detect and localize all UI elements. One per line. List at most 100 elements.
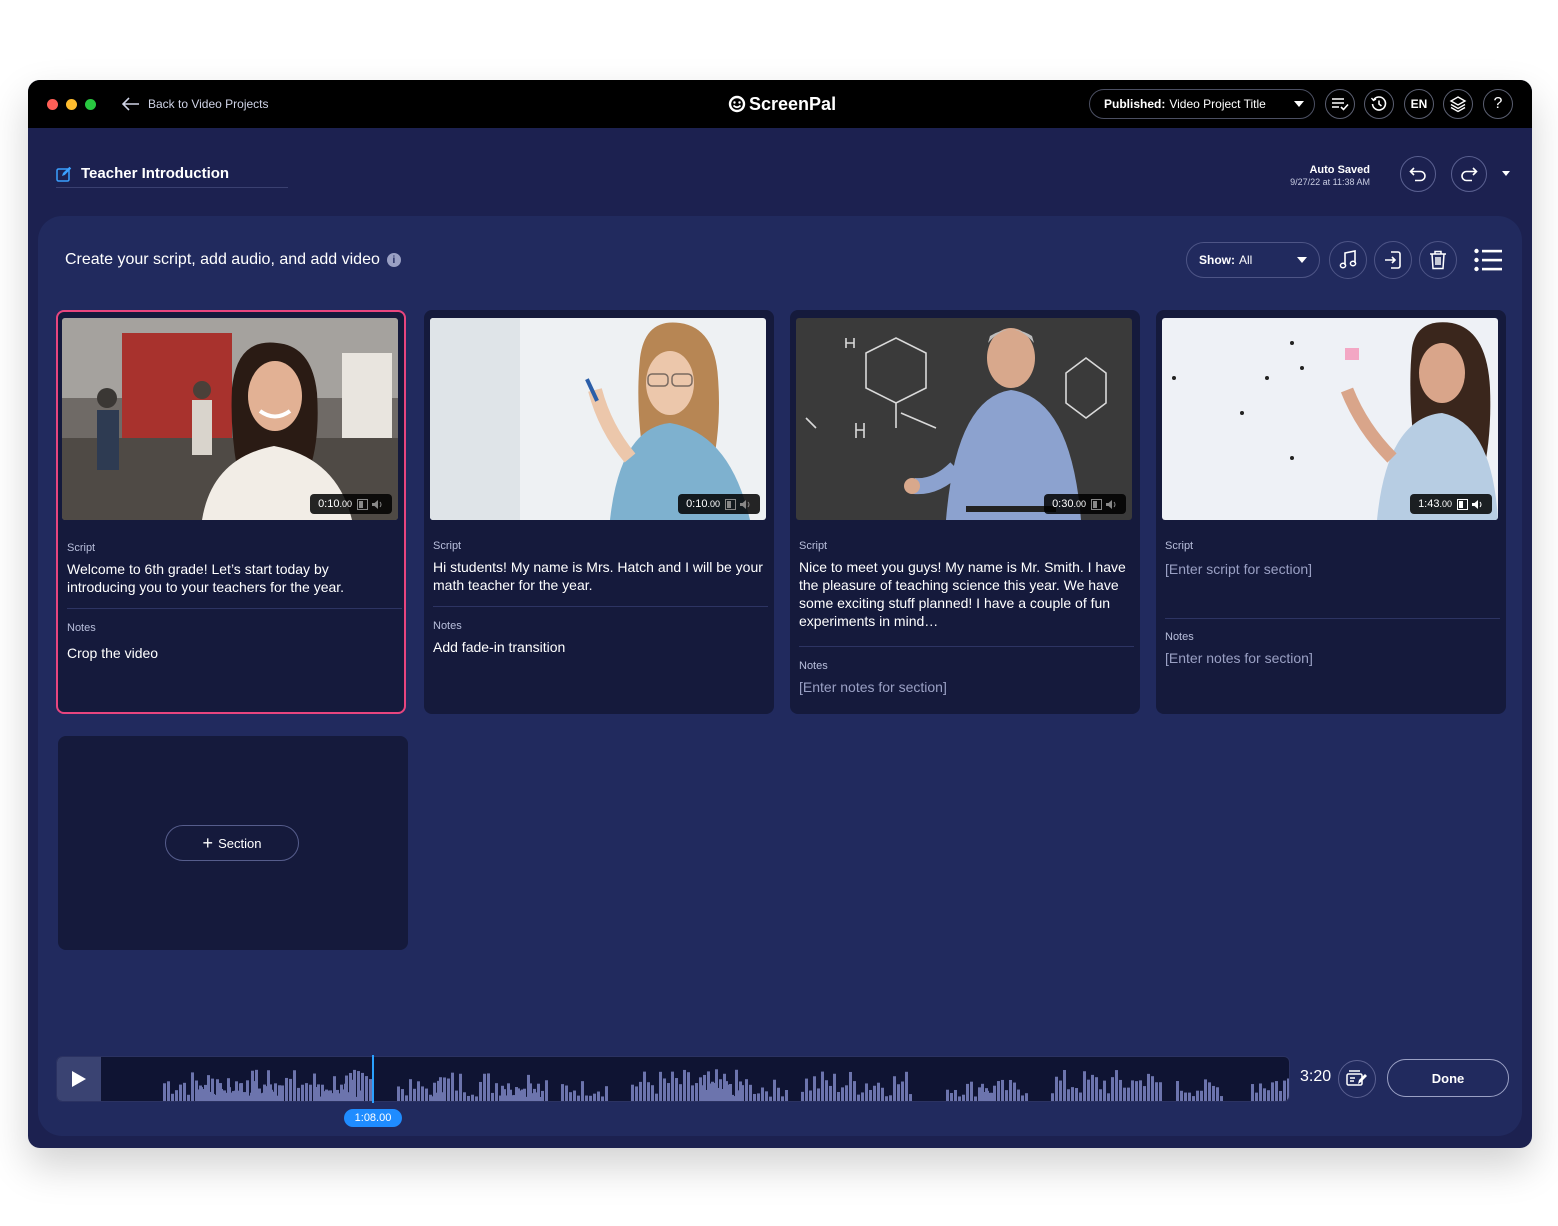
script-text-3[interactable]: Nice to meet you guys! My name is Mr. Sm… (799, 558, 1129, 630)
waveform-bar (889, 1095, 892, 1101)
done-button[interactable]: Done (1387, 1059, 1509, 1097)
waveform-bar (265, 1090, 268, 1101)
history-button[interactable] (1364, 89, 1394, 119)
waveform-bar (281, 1085, 284, 1101)
waveform-bar (234, 1090, 237, 1101)
publish-status-dropdown[interactable]: Published: Video Project Title (1089, 89, 1315, 119)
volume-icon[interactable] (739, 499, 752, 510)
waveform-bar (324, 1091, 327, 1101)
window-minimize-button[interactable] (66, 99, 77, 110)
notes-text-3[interactable]: [Enter notes for section] (799, 678, 1129, 696)
playhead[interactable] (372, 1055, 374, 1103)
captions-toggle-icon[interactable] (1457, 498, 1468, 510)
waveform-bar (1180, 1090, 1183, 1101)
waveform-bar (577, 1095, 580, 1101)
waveform-bar (1067, 1089, 1070, 1101)
waveform-bar (561, 1084, 564, 1101)
history-icon (1370, 96, 1387, 111)
checklist-icon (1332, 98, 1349, 111)
back-to-projects-link[interactable]: Back to Video Projects (122, 94, 269, 114)
history-dropdown-caret-icon[interactable] (1502, 171, 1510, 176)
autosave-time: 9/27/22 at 11:38 AM (1290, 177, 1370, 187)
window-close-button[interactable] (47, 99, 58, 110)
add-audio-button[interactable] (1329, 241, 1367, 279)
waveform-bar (671, 1071, 674, 1101)
waveform-bar (705, 1089, 708, 1101)
waveform-bar (893, 1076, 896, 1101)
notes-text-4[interactable]: [Enter notes for section] (1165, 649, 1495, 667)
redo-icon (1461, 167, 1478, 182)
layers-button[interactable] (1443, 89, 1473, 119)
info-icon[interactable]: i (386, 253, 401, 267)
language-button[interactable]: EN (1404, 89, 1434, 119)
waveform-bar (1013, 1082, 1016, 1101)
project-title-field[interactable]: Teacher Introduction (56, 160, 288, 188)
waveform-bar (495, 1083, 498, 1101)
section-card-4[interactable]: 1:43.00 Script [Enter script for section… (1156, 310, 1506, 714)
arrow-left-icon (122, 97, 139, 111)
timeline-track[interactable] (56, 1056, 1290, 1102)
waveform-bar (1200, 1090, 1203, 1101)
waveform-bar (261, 1093, 264, 1101)
waveform-bar (845, 1085, 848, 1101)
waveform-bar (1155, 1095, 1158, 1101)
undo-button[interactable] (1400, 156, 1436, 192)
section-card-1[interactable]: 0:10.00 Script Welcome to 6th grade! Let… (56, 310, 406, 714)
script-text-1[interactable]: Welcome to 6th grade! Let’s start today … (67, 560, 397, 596)
redo-button[interactable] (1451, 156, 1487, 192)
checklist-button[interactable] (1325, 89, 1355, 119)
volume-icon[interactable] (1105, 499, 1118, 510)
captions-button[interactable] (1338, 1060, 1376, 1098)
volume-icon[interactable] (1471, 499, 1484, 510)
waveform-bar (741, 1085, 744, 1101)
play-icon (72, 1071, 86, 1087)
waveform-bar (817, 1088, 820, 1101)
script-text-2[interactable]: Hi students! My name is Mrs. Hatch and I… (433, 558, 763, 594)
waveform-bar (1259, 1083, 1262, 1101)
waveform-bar (421, 1086, 424, 1101)
waveform-bar (1251, 1084, 1254, 1101)
notes-text-1[interactable]: Crop the video (67, 644, 397, 662)
help-button[interactable]: ? (1483, 89, 1513, 119)
waveform-bar (777, 1087, 780, 1101)
notes-text-2[interactable]: Add fade-in transition (433, 638, 763, 656)
notes-label: Notes (433, 620, 462, 632)
window-zoom-button[interactable] (85, 99, 96, 110)
waveform-bar (593, 1093, 596, 1101)
waveform-bar (1099, 1089, 1102, 1101)
waveform-bar (639, 1081, 642, 1101)
notes-label: Notes (799, 660, 828, 672)
captions-toggle-icon[interactable] (357, 498, 368, 510)
waveform-bar (409, 1079, 412, 1101)
show-filter-dropdown[interactable]: Show: All (1186, 242, 1320, 278)
section-card-3[interactable]: 0:30.00 Script Nice to meet you guys! My… (790, 310, 1140, 714)
section-card-2[interactable]: 0:10.00 Script Hi students! My name is M… (424, 310, 774, 714)
waveform-bar (1216, 1087, 1219, 1101)
duration-badge: 0:10.00 (678, 494, 760, 514)
video-thumbnail-3[interactable]: 0:30.00 (796, 318, 1132, 520)
waveform-bar (179, 1084, 182, 1101)
audio-waveform[interactable] (101, 1057, 1290, 1101)
waveform-bar (687, 1072, 690, 1101)
delete-button[interactable] (1419, 241, 1457, 279)
captions-toggle-icon[interactable] (725, 498, 736, 510)
waveform-bar (1009, 1079, 1012, 1101)
video-thumbnail-2[interactable]: 0:10.00 (430, 318, 766, 520)
waveform-bar (970, 1081, 973, 1101)
caret-down-icon (1294, 101, 1304, 107)
script-text-4[interactable]: [Enter script for section] (1165, 560, 1495, 578)
play-button[interactable] (57, 1057, 101, 1101)
video-thumbnail-4[interactable]: 1:43.00 (1162, 318, 1498, 520)
playhead-time-badge: 1:08.00 (344, 1109, 402, 1127)
volume-icon[interactable] (371, 499, 384, 510)
duration-main: 1:43 (1418, 498, 1440, 510)
import-button[interactable] (1374, 241, 1412, 279)
add-section-button[interactable]: + Section (165, 825, 299, 861)
script-label: Script (433, 540, 462, 552)
captions-toggle-icon[interactable] (1091, 498, 1102, 510)
list-view-icon[interactable] (1474, 248, 1502, 272)
waveform-bar (857, 1094, 860, 1101)
waveform-bar (1115, 1090, 1118, 1101)
waveform-bar (293, 1070, 296, 1101)
video-thumbnail-1[interactable]: 0:10.00 (62, 318, 398, 520)
